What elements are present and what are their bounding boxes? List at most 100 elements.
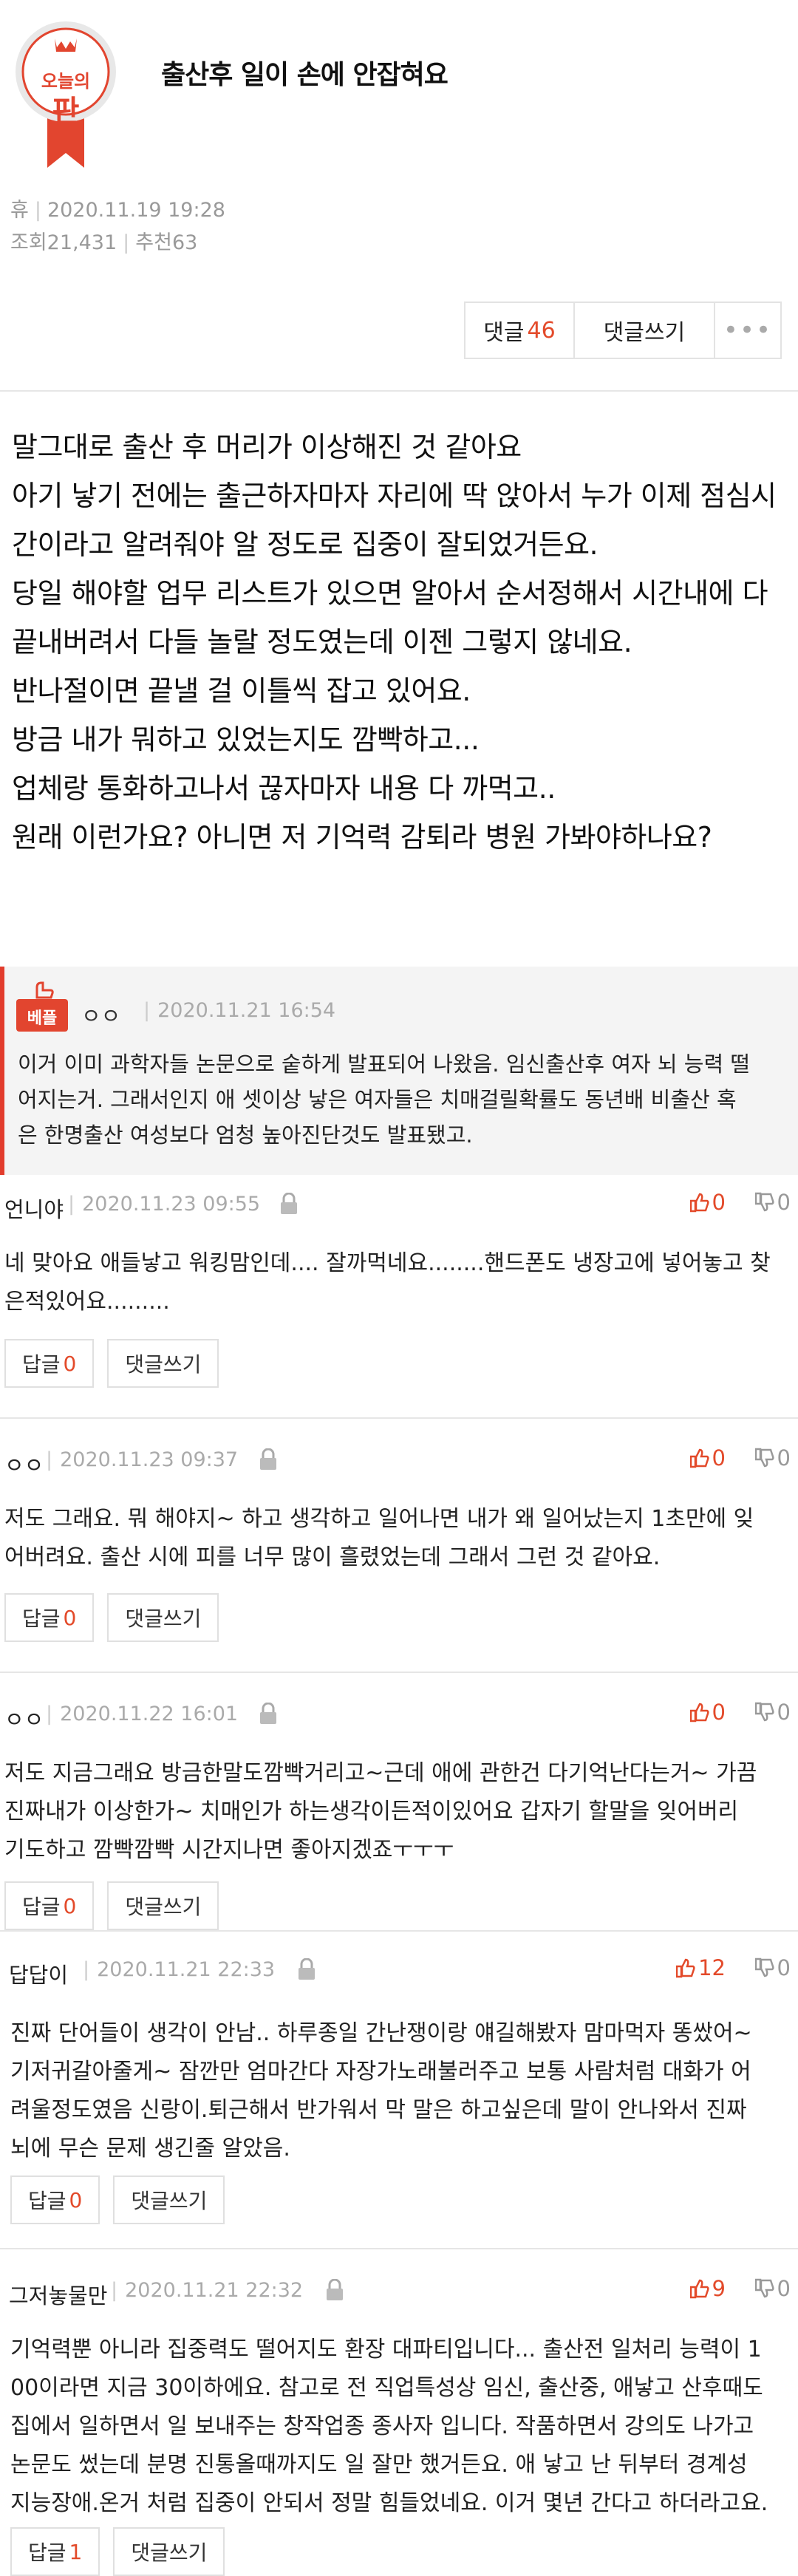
comment-line: 진짜내가 이상한가~ 치매인가 하는생각이든적이있어요 갑자기 할말을 잊어버리 — [4, 1799, 739, 1824]
thumbs-up-icon — [689, 1193, 709, 1213]
reply-button[interactable]: 답글 0 — [4, 1339, 95, 1388]
reply-button[interactable]: 답글 0 — [10, 2175, 100, 2224]
comment-line: 기억력뿐 아니라 집중력도 떨어지도 환장 대파티입니다... 출산전 일처리 … — [10, 2337, 762, 2362]
comment-line: 논문도 썼는데 분명 진통올때까지도 일 잘만 했거든요. 애 낳고 난 뒤부터… — [10, 2452, 748, 2478]
comment-text: 기억력뿐 아니라 집중력도 떨어지도 환장 대파티입니다... 출산전 일처리 … — [10, 2331, 798, 2523]
upvote-button[interactable]: 9 — [689, 2276, 726, 2301]
thumbs-down-icon — [754, 1702, 774, 1722]
comment-buttons: 답글 0 댓글쓰기 — [10, 2175, 225, 2224]
comment-author: 그저놓물만 — [9, 2283, 108, 2308]
comment-text: 네 맞아요 애들낳고 워킹맘인데.... 잘까먹네요........핸드폰도 냉… — [4, 1244, 792, 1321]
divider — [0, 1672, 798, 1673]
comment-item: 그저놓물만 | 2020.11.21 22:32 9 0 기억력뿐 아니라 집중력… — [0, 2269, 798, 2576]
post-meta-line1: 휴 | 2020.11.19 19:28 — [10, 199, 225, 222]
body-line: 말그대로 출산 후 머리가 이상해진 것 같아요 — [12, 431, 522, 463]
post-views: 조회21,431 — [10, 231, 117, 254]
best-comment-text: 이거 이미 과학자들 논문으로 숱하게 발표되어 나왔음. 임신출산후 여자 뇌… — [18, 1046, 794, 1153]
reply-button[interactable]: 답글 0 — [4, 1593, 95, 1642]
downvote-count: 0 — [777, 1700, 791, 1725]
comment-line: 진짜 단어들이 생각이 안남.. 하루종일 간난쟁이랑 얘길해봤자 맘마먹자 똥… — [10, 2020, 752, 2046]
more-options-button[interactable]: ••• — [715, 303, 780, 358]
comment-buttons: 답글 1 댓글쓰기 — [10, 2527, 225, 2576]
write-reply-button[interactable]: 댓글쓰기 — [107, 1881, 219, 1930]
lock-icon[interactable] — [325, 2279, 344, 2301]
divider — [0, 1930, 798, 1932]
body-line: 업체랑 통화하고나서 끊자마자 내용 다 까먹고.. — [12, 772, 556, 805]
post-recommends: 추천63 — [135, 231, 198, 254]
thumbs-up-icon — [676, 1958, 695, 1978]
comment-author: 언니야 — [4, 1197, 64, 1222]
thumbs-down-icon — [754, 1957, 774, 1977]
body-line: 방금 내가 뭐하고 있었는지도 깜빡하고... — [12, 723, 480, 756]
comment-author: 답답이 — [9, 1963, 69, 1988]
write-comment-button[interactable]: 댓글쓰기 — [575, 303, 715, 358]
comment-item: ㅇㅇ | 2020.11.22 16:01 0 0 저도 지금그래요 방금한말도깜… — [0, 1692, 798, 1943]
divider — [0, 2248, 798, 2249]
comment-line: 기저귀갈아줄게~ 잠깐만 엄마간다 자장가노래불러주고 보통 사람처럼 대화가 … — [10, 2059, 751, 2085]
downvote-count: 0 — [777, 2276, 791, 2301]
comment-header: 답답이 | 2020.11.21 22:33 12 0 — [0, 1948, 798, 1992]
comments-count: 46 — [527, 317, 556, 344]
lock-icon[interactable] — [259, 1703, 278, 1725]
comment-buttons: 답글 0 댓글쓰기 — [4, 1593, 219, 1642]
comment-line: 저도 지금그래요 방금한말도깜빡거리고~근데 애에 관한건 다기억난다는거~ 가… — [4, 1760, 757, 1786]
best-comment-line: 이거 이미 과학자들 논문으로 숱하게 발표되어 나왔음. 임신출산후 여자 뇌… — [18, 1052, 751, 1077]
comment-buttons: 답글 0 댓글쓰기 — [4, 1339, 219, 1388]
comment-line: 네 맞아요 애들낳고 워킹맘인데.... 잘까먹네요........핸드폰도 냉… — [4, 1250, 771, 1276]
comment-author: ㅇㅇ — [4, 1453, 44, 1478]
comment-date: | 2020.11.22 16:01 — [46, 1703, 239, 1725]
post-header: 오늘의 판 출산후 일이 손에 안잡혀요 — [0, 0, 798, 185]
comments-count-button[interactable]: 댓글 46 — [466, 303, 575, 358]
downvote-button[interactable]: 0 — [754, 1700, 791, 1725]
lock-icon[interactable] — [297, 1958, 316, 1980]
comment-line: 저도 그래요. 뭐 해야지~ 하고 생각하고 일어나면 내가 왜 일어났는지 1… — [4, 1506, 754, 1532]
post-action-bar: 댓글 46 댓글쓰기 ••• — [464, 301, 782, 359]
best-comment-line: 어지는거. 그래서인지 애 셋이상 낳은 여자들은 치매걸릴확률도 동년배 비출… — [18, 1087, 737, 1112]
comment-author: ㅇㅇ — [4, 1707, 44, 1732]
post-author: 휴 — [10, 199, 29, 222]
comment-text: 저도 그래요. 뭐 해야지~ 하고 생각하고 일어나면 내가 왜 일어났는지 1… — [4, 1500, 792, 1577]
body-line: 아기 낳기 전에는 출근하자마자 자리에 딱 앉아서 누가 이제 점심시 — [12, 480, 777, 512]
upvote-count: 9 — [712, 2276, 726, 2301]
downvote-button[interactable]: 0 — [754, 1190, 791, 1215]
comment-line: 지능장애.온거 처럼 집중이 안되서 정말 힘들었네요. 이거 몇년 간다고 하… — [10, 2490, 768, 2516]
badge-line2: 판 — [52, 95, 80, 129]
upvote-count: 0 — [712, 1700, 726, 1725]
upvote-button[interactable]: 0 — [689, 1190, 726, 1215]
best-comment-tag: 베플 — [16, 980, 68, 1032]
body-line: 끝내버려서 다들 놀랄 정도였는데 이젠 그렇지 않네요. — [12, 626, 632, 658]
comment-line: 어버려요. 출산 시에 피를 너무 많이 흘렸었는데 그래서 그런 것 같아요. — [4, 1544, 661, 1570]
reply-button[interactable]: 답글 1 — [10, 2527, 100, 2576]
downvote-button[interactable]: 0 — [754, 1445, 791, 1471]
lock-icon[interactable] — [259, 1448, 278, 1471]
write-reply-button[interactable]: 댓글쓰기 — [107, 1339, 219, 1388]
write-reply-button[interactable]: 댓글쓰기 — [113, 2527, 225, 2576]
downvote-button[interactable]: 0 — [754, 2276, 791, 2301]
comment-text: 저도 지금그래요 방금한말도깜빡거리고~근데 애에 관한건 다기억난다는거~ 가… — [4, 1754, 792, 1870]
body-line: 반나절이면 끝낼 걸 이틀씩 잡고 있어요. — [12, 675, 471, 707]
post-datetime: 2020.11.19 19:28 — [47, 199, 225, 222]
upvote-button[interactable]: 0 — [689, 1700, 726, 1725]
downvote-count: 0 — [777, 1955, 791, 1980]
comment-header: ㅇㅇ | 2020.11.23 09:37 0 0 — [0, 1438, 798, 1482]
divider — [0, 390, 798, 392]
best-comment-line: 은 한명출산 여성보다 엄청 높아진단것도 발표됐고. — [18, 1122, 473, 1148]
post-meta-line2: 조회21,431 | 추천63 — [10, 231, 198, 254]
comment-date: | 2020.11.23 09:37 — [46, 1448, 239, 1471]
lock-icon[interactable] — [279, 1193, 299, 1215]
comment-date: | 2020.11.21 22:32 — [111, 2279, 304, 2302]
downvote-button[interactable]: 0 — [754, 1955, 791, 1980]
comment-header: ㅇㅇ | 2020.11.22 16:01 0 0 — [0, 1692, 798, 1737]
divider — [0, 1417, 798, 1419]
thumbs-down-icon — [754, 1192, 774, 1212]
comment-item: 답답이 | 2020.11.21 22:33 12 0 진짜 단어들이 생각이 안… — [0, 1948, 798, 2243]
comment-line: 00이라면 지금 30이하에요. 참고로 전 직업특성상 임신, 출산중, 애낳… — [10, 2375, 763, 2401]
reply-button[interactable]: 답글 0 — [4, 1881, 95, 1930]
upvote-button[interactable]: 12 — [676, 1955, 726, 1980]
write-reply-button[interactable]: 댓글쓰기 — [113, 2175, 225, 2224]
write-reply-button[interactable]: 댓글쓰기 — [107, 1593, 219, 1642]
comment-line: 집에서 일하면서 일 보내주는 창작업종 종사자 입니다. 작품하면서 강의도 … — [10, 2413, 754, 2439]
upvote-button[interactable]: 0 — [689, 1445, 726, 1471]
post-title: 출산후 일이 손에 안잡혀요 — [161, 60, 449, 90]
best-tag-label: 베플 — [27, 1009, 58, 1028]
